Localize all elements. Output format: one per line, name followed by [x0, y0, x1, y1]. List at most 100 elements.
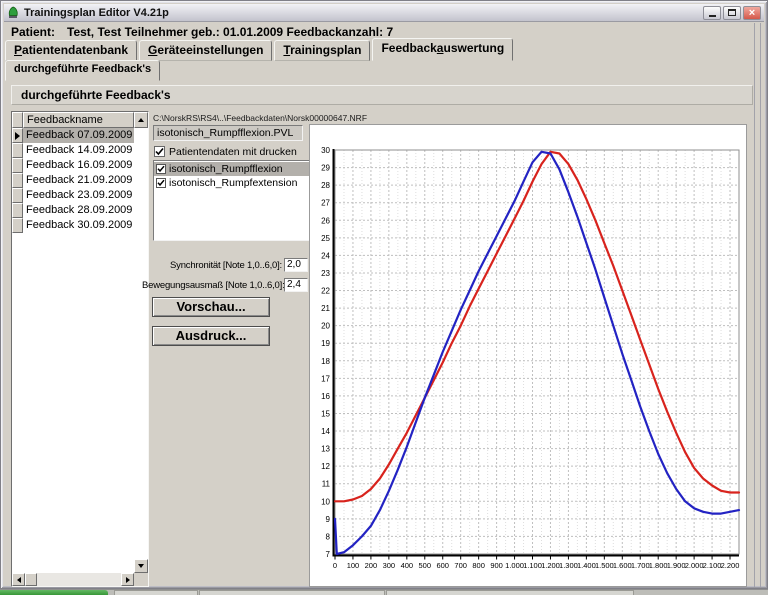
patient-label: Patient:: [11, 25, 55, 39]
svg-text:30: 30: [321, 146, 330, 155]
scrollbar-thumb[interactable]: [25, 573, 37, 586]
window-frame-line: [760, 23, 761, 587]
svg-text:600: 600: [436, 561, 449, 570]
svg-text:1.000: 1.000: [505, 561, 524, 570]
curve-item-isotonisch-rumpfextension[interactable]: isotonisch_Rumpfextension: [154, 176, 309, 190]
vorschau-button[interactable]: Vorschau...: [152, 297, 270, 317]
feedback-row[interactable]: Feedback 16.09.2009: [12, 158, 134, 173]
curve-checkbox[interactable]: [156, 178, 166, 188]
curve-checkbox[interactable]: [156, 164, 166, 174]
svg-text:11: 11: [322, 480, 331, 489]
tab-feedbackauswertung[interactable]: Feedbackauswertung: [372, 38, 513, 61]
feedback-name-cell[interactable]: Feedback 14.09.2009: [23, 143, 134, 158]
svg-text:18: 18: [321, 357, 330, 366]
chart-panel: 7891011121314151617181920212223242526272…: [309, 124, 747, 587]
svg-text:1.800: 1.800: [649, 561, 668, 570]
curve-isotonisch-rumpfextension: [335, 152, 739, 554]
feedback-row[interactable]: Feedback 07.09.2009: [12, 128, 134, 143]
taskbar-item[interactable]: [199, 590, 385, 595]
svg-text:1.300: 1.300: [559, 561, 578, 570]
pvl-file-field[interactable]: isotonisch_Rumpfflexion.PVL: [153, 125, 303, 141]
svg-text:700: 700: [454, 561, 467, 570]
maximize-button[interactable]: [723, 6, 741, 20]
print-patient-data-checkbox[interactable]: [154, 146, 165, 157]
app-icon: [7, 6, 20, 19]
triangle-right-icon: [126, 577, 130, 583]
curve-item-isotonisch-rumpfflexion[interactable]: isotonisch_Rumpfflexion: [154, 162, 309, 176]
close-button[interactable]: ×: [743, 6, 761, 20]
feedback-row[interactable]: Feedback 23.09.2009: [12, 188, 134, 203]
feedback-name-cell[interactable]: Feedback 16.09.2009: [23, 158, 134, 173]
taskbar[interactable]: [0, 589, 768, 595]
svg-text:800: 800: [472, 561, 485, 570]
title-bar[interactable]: Trainingsplan Editor V4.21p ×: [4, 4, 764, 22]
row-gutter-cell: [12, 173, 23, 188]
feedback-name-cell[interactable]: Feedback 30.09.2009: [23, 218, 134, 233]
feedback-name-cell[interactable]: Feedback 07.09.2009: [23, 128, 134, 143]
triangle-left-icon: [17, 577, 21, 583]
feedback-name-cell[interactable]: Feedback 23.09.2009: [23, 188, 134, 203]
svg-text:1.700: 1.700: [631, 561, 650, 570]
svg-text:26: 26: [321, 216, 330, 225]
tab-label: Geräteeinstellungen: [148, 43, 263, 57]
bewegungsausmass-input[interactable]: 2,4: [284, 278, 308, 292]
window-frame-line: [754, 23, 755, 587]
scrollbar-track[interactable]: [37, 573, 121, 586]
feedback-name-cell[interactable]: Feedback 21.09.2009: [23, 173, 134, 188]
svg-text:1.900: 1.900: [667, 561, 686, 570]
current-row-marker-icon: [15, 132, 20, 140]
svg-text:19: 19: [321, 339, 330, 348]
svg-text:1.500: 1.500: [595, 561, 614, 570]
svg-text:27: 27: [321, 199, 330, 208]
synchronitaet-label: Synchronität [Note 1,0..6,0]:: [142, 260, 282, 271]
svg-text:900: 900: [490, 561, 503, 570]
sub-tab-label: durchgeführte Feedback's: [14, 63, 151, 75]
tab-ger-teeinstellungen[interactable]: Geräteeinstellungen: [139, 40, 272, 61]
svg-text:1.600: 1.600: [613, 561, 632, 570]
svg-text:400: 400: [401, 561, 414, 570]
feedback-row[interactable]: Feedback 14.09.2009: [12, 143, 134, 158]
tab-label: Trainingsplan: [283, 43, 361, 57]
taskbar-item[interactable]: [386, 590, 634, 595]
feedback-row[interactable]: Feedback 28.09.2009: [12, 203, 134, 218]
svg-text:15: 15: [321, 409, 330, 418]
feedback-chart: 7891011121314151617181920212223242526272…: [310, 125, 746, 586]
tab-patientendatenbank[interactable]: Patientendatenbank: [5, 40, 137, 61]
taskbar-item[interactable]: [114, 590, 198, 595]
scrollbar-corner: [134, 573, 148, 586]
feedback-row[interactable]: Feedback 21.09.2009: [12, 173, 134, 188]
start-button[interactable]: [0, 590, 108, 595]
synchronitaet-input[interactable]: 2,0: [284, 258, 308, 272]
tab-trainingsplan[interactable]: Trainingsplan: [274, 40, 370, 61]
svg-text:1.200: 1.200: [541, 561, 560, 570]
row-gutter-cell: [12, 188, 23, 203]
curve-label: isotonisch_Rumpfextension: [169, 177, 297, 189]
svg-text:7: 7: [326, 550, 331, 559]
svg-text:300: 300: [383, 561, 396, 570]
feedback-name-cell[interactable]: Feedback 28.09.2009: [23, 203, 134, 218]
svg-text:1.400: 1.400: [577, 561, 596, 570]
svg-text:2.000: 2.000: [685, 561, 704, 570]
scroll-up-button[interactable]: [134, 112, 148, 128]
patient-value: Test, Test Teilnehmer geb.: 01.01.2009 F…: [67, 25, 393, 39]
minimize-button[interactable]: [703, 6, 721, 20]
ausdruck-button[interactable]: Ausdruck...: [152, 326, 270, 346]
print-patient-data-row: Patientendaten mit drucken: [154, 145, 297, 158]
svg-text:12: 12: [321, 462, 330, 471]
scroll-right-button[interactable]: [121, 573, 134, 586]
sub-tab-strip: durchgeführte Feedback's: [5, 62, 763, 81]
svg-text:200: 200: [365, 561, 378, 570]
svg-text:25: 25: [321, 234, 330, 243]
horizontal-scrollbar[interactable]: [12, 573, 134, 586]
scroll-left-button[interactable]: [12, 573, 25, 586]
x-axis-labels: 01002003004005006007008009001.0001.1001.…: [333, 561, 739, 570]
application-window: Trainingsplan Editor V4.21p × Patient: Te…: [0, 0, 768, 589]
tab-durchgefuehrte-feedbacks[interactable]: durchgeführte Feedback's: [5, 60, 160, 81]
row-gutter-cell: [12, 158, 23, 173]
triangle-down-icon: [138, 564, 144, 568]
window-title: Trainingsplan Editor V4.21p: [24, 7, 169, 19]
feedback-row-list: Feedback 07.09.2009Feedback 14.09.2009Fe…: [12, 128, 134, 233]
feedbackname-column-header[interactable]: Feedbackname: [23, 112, 134, 128]
scroll-down-button[interactable]: [134, 559, 148, 573]
feedback-row[interactable]: Feedback 30.09.2009: [12, 218, 134, 233]
